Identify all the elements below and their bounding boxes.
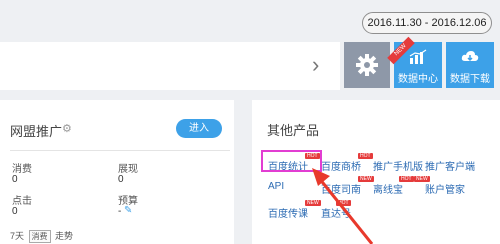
stat-label-clicks: 点击	[12, 196, 32, 207]
data-download-button[interactable]: 数据下载	[446, 42, 494, 88]
data-center-label: 数据中心	[398, 74, 438, 85]
new-badge: NEW	[414, 176, 430, 182]
chart-icon	[409, 49, 427, 64]
cloud-download-icon	[461, 51, 479, 62]
card-title: 网盟推广	[10, 124, 63, 139]
top-bar: ›	[0, 42, 340, 90]
trend-footer: 7天 消费 走势	[10, 229, 73, 243]
stat-value-budget: -	[118, 206, 122, 217]
stat-value-clicks: 0	[12, 206, 18, 217]
settings-gear-icon[interactable]: ⚙	[62, 122, 72, 135]
new-badge: NEW	[305, 200, 321, 206]
edit-pencil-icon[interactable]: ✎	[124, 205, 132, 216]
hot-badge: HOT	[399, 176, 414, 182]
trend-label: 走势	[55, 231, 74, 241]
data-download-label: 数据下载	[450, 74, 490, 85]
hot-badge: HOT	[336, 200, 351, 206]
stat-label-spend: 消费	[12, 164, 32, 175]
product-client[interactable]: 推广客户端	[425, 158, 475, 173]
trend-metric-select[interactable]: 消费	[28, 230, 51, 243]
stat-label-impressions: 展现	[118, 164, 138, 175]
stat-value-impressions: 0	[118, 174, 124, 185]
stat-value-spend: 0	[12, 174, 18, 185]
product-zhidahao[interactable]: 直达号	[321, 205, 351, 220]
new-badge: NEW	[358, 176, 374, 182]
divider	[10, 150, 230, 151]
date-range-picker[interactable]: 2016.11.30 - 2016.12.06	[362, 12, 492, 34]
other-products-title: 其他产品	[267, 123, 320, 138]
highlight-box	[261, 150, 322, 172]
product-api[interactable]: API	[268, 181, 284, 192]
product-account-manager[interactable]: 账户管家	[425, 181, 465, 196]
product-baidu-sinan[interactable]: 百度司南	[321, 181, 361, 196]
data-center-button[interactable]: NEW 数据中心	[387, 36, 442, 88]
product-lixianbao[interactable]: 离线宝	[373, 181, 403, 196]
gear-icon	[356, 54, 378, 76]
trend-period: 7天	[10, 231, 25, 241]
product-mobile[interactable]: 推广手机版	[373, 158, 423, 173]
enter-button[interactable]: 进入	[176, 119, 222, 138]
settings-button[interactable]	[344, 42, 390, 88]
product-baidu-chuanke[interactable]: 百度传课	[268, 205, 308, 220]
chevron-right-icon[interactable]: ›	[312, 54, 319, 76]
product-baidu-shangqiao[interactable]: 百度商桥	[321, 158, 361, 173]
hot-badge: HOT	[358, 153, 373, 159]
